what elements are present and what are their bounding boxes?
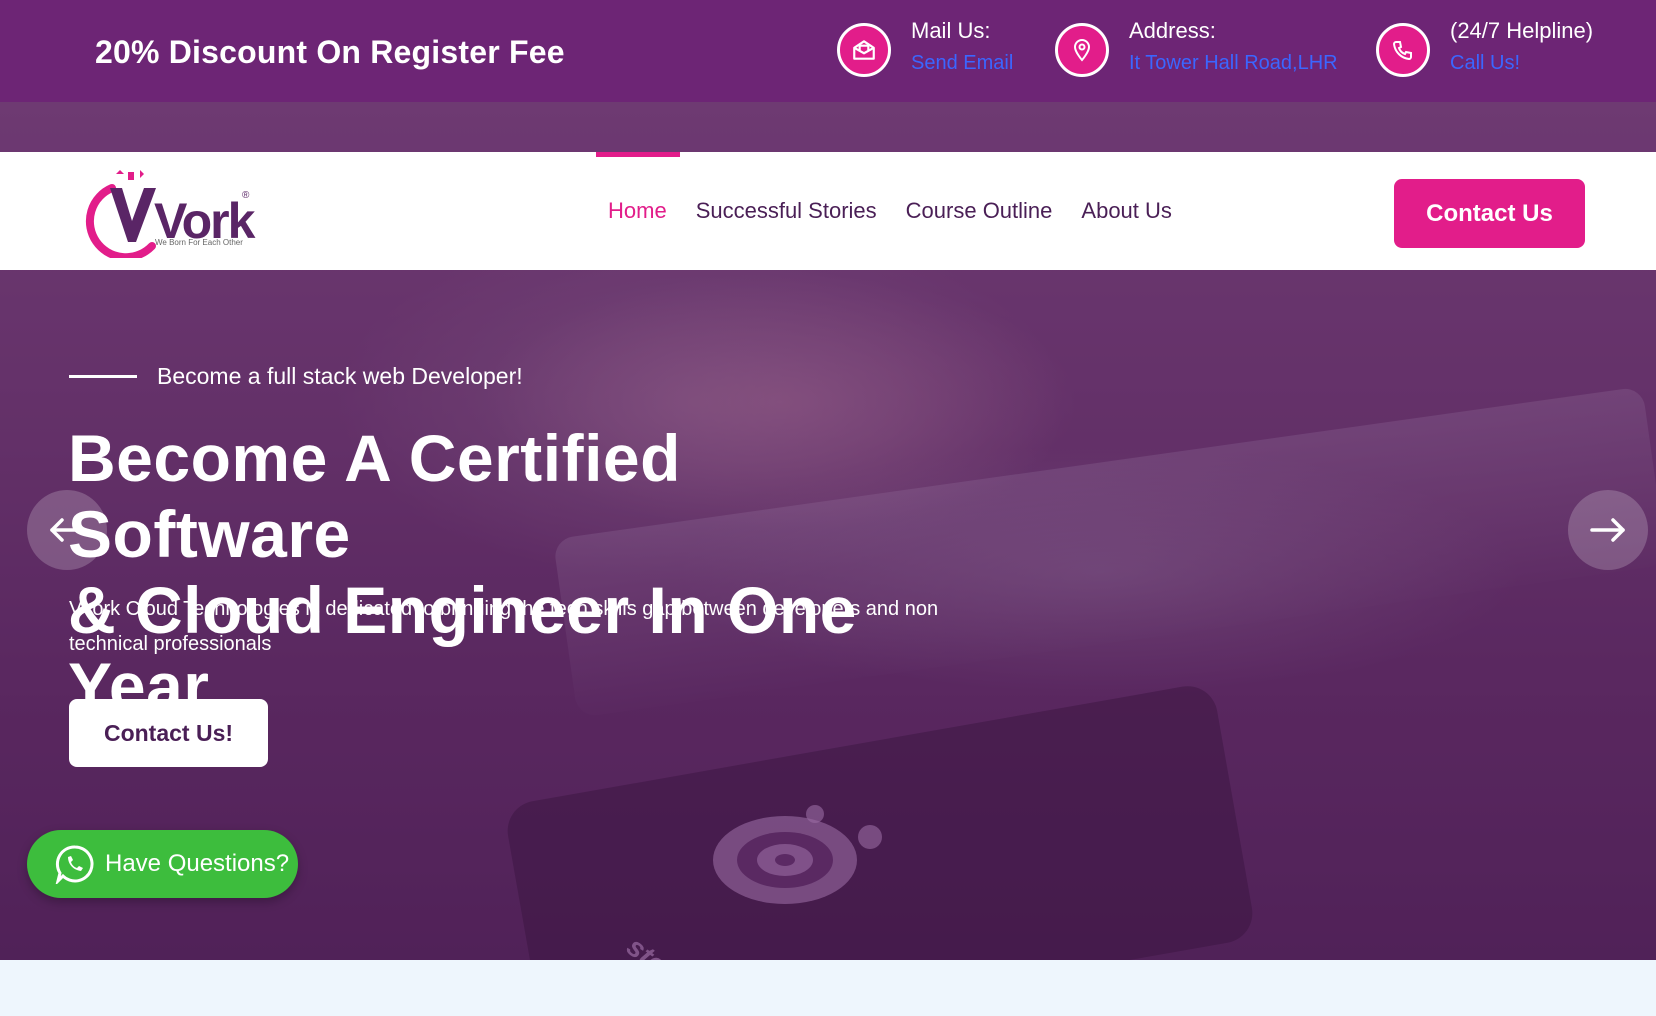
hero-contact-button[interactable]: Contact Us! bbox=[69, 699, 268, 767]
arrow-right-icon bbox=[1590, 518, 1625, 542]
hero-kicker: Become a full stack web Developer! bbox=[69, 363, 523, 390]
mail-contact[interactable]: Mail Us: Send Email bbox=[837, 16, 1013, 80]
kicker-text: Become a full stack web Developer! bbox=[157, 363, 523, 389]
address-contact[interactable]: Address: It Tower Hall Road,LHR bbox=[1055, 16, 1338, 80]
mail-label: Mail Us: bbox=[911, 18, 991, 43]
address-label: Address: bbox=[1129, 18, 1216, 43]
nav-about-us[interactable]: About Us bbox=[1081, 198, 1172, 224]
call-us-link[interactable]: Call Us! bbox=[1450, 46, 1593, 80]
whatsapp-questions-button[interactable]: Have Questions? bbox=[27, 830, 298, 898]
contact-us-button[interactable]: Contact Us bbox=[1394, 179, 1585, 248]
helpline-contact[interactable]: (24/7 Helpline) Call Us! bbox=[1376, 16, 1593, 80]
mail-open-icon bbox=[837, 23, 891, 77]
hero-subtext: Vvork Cloud Technologies is dedicated to… bbox=[69, 598, 939, 655]
registered-mark: ® bbox=[242, 190, 250, 201]
helpline-label: (24/7 Helpline) bbox=[1450, 18, 1594, 43]
nav-successful-stories[interactable]: Successful Stories bbox=[696, 198, 877, 224]
address-link[interactable]: It Tower Hall Road,LHR bbox=[1129, 46, 1338, 80]
slider-prev-button[interactable] bbox=[27, 490, 107, 570]
send-email-link[interactable]: Send Email bbox=[911, 46, 1013, 80]
hero-headline: Become A Certified Software & Cloud Engi… bbox=[68, 420, 968, 724]
whatsapp-label: Have Questions? bbox=[105, 850, 290, 877]
top-bar: 20% Discount On Register Fee Mail Us: Se… bbox=[0, 0, 1656, 102]
main-navbar: Vork ® We Born For Each Other Home Succe… bbox=[0, 152, 1656, 270]
nav-home[interactable]: Home bbox=[608, 198, 667, 224]
logo-tagline: We Born For Each Other bbox=[155, 238, 243, 247]
arrow-left-icon bbox=[50, 518, 85, 542]
discount-promo: 20% Discount On Register Fee bbox=[95, 34, 565, 70]
nav-course-outline[interactable]: Course Outline bbox=[906, 198, 1053, 224]
slider-next-button[interactable] bbox=[1568, 490, 1648, 570]
next-section-band bbox=[0, 960, 1656, 1016]
nav-menu: Home Successful Stories Course Outline A… bbox=[608, 152, 1201, 270]
headline-line-1: Become A Certified Software bbox=[68, 421, 681, 571]
phone-icon bbox=[1376, 23, 1430, 77]
whatsapp-icon bbox=[55, 845, 94, 884]
kicker-line bbox=[69, 375, 137, 378]
map-pin-icon bbox=[1055, 23, 1109, 77]
